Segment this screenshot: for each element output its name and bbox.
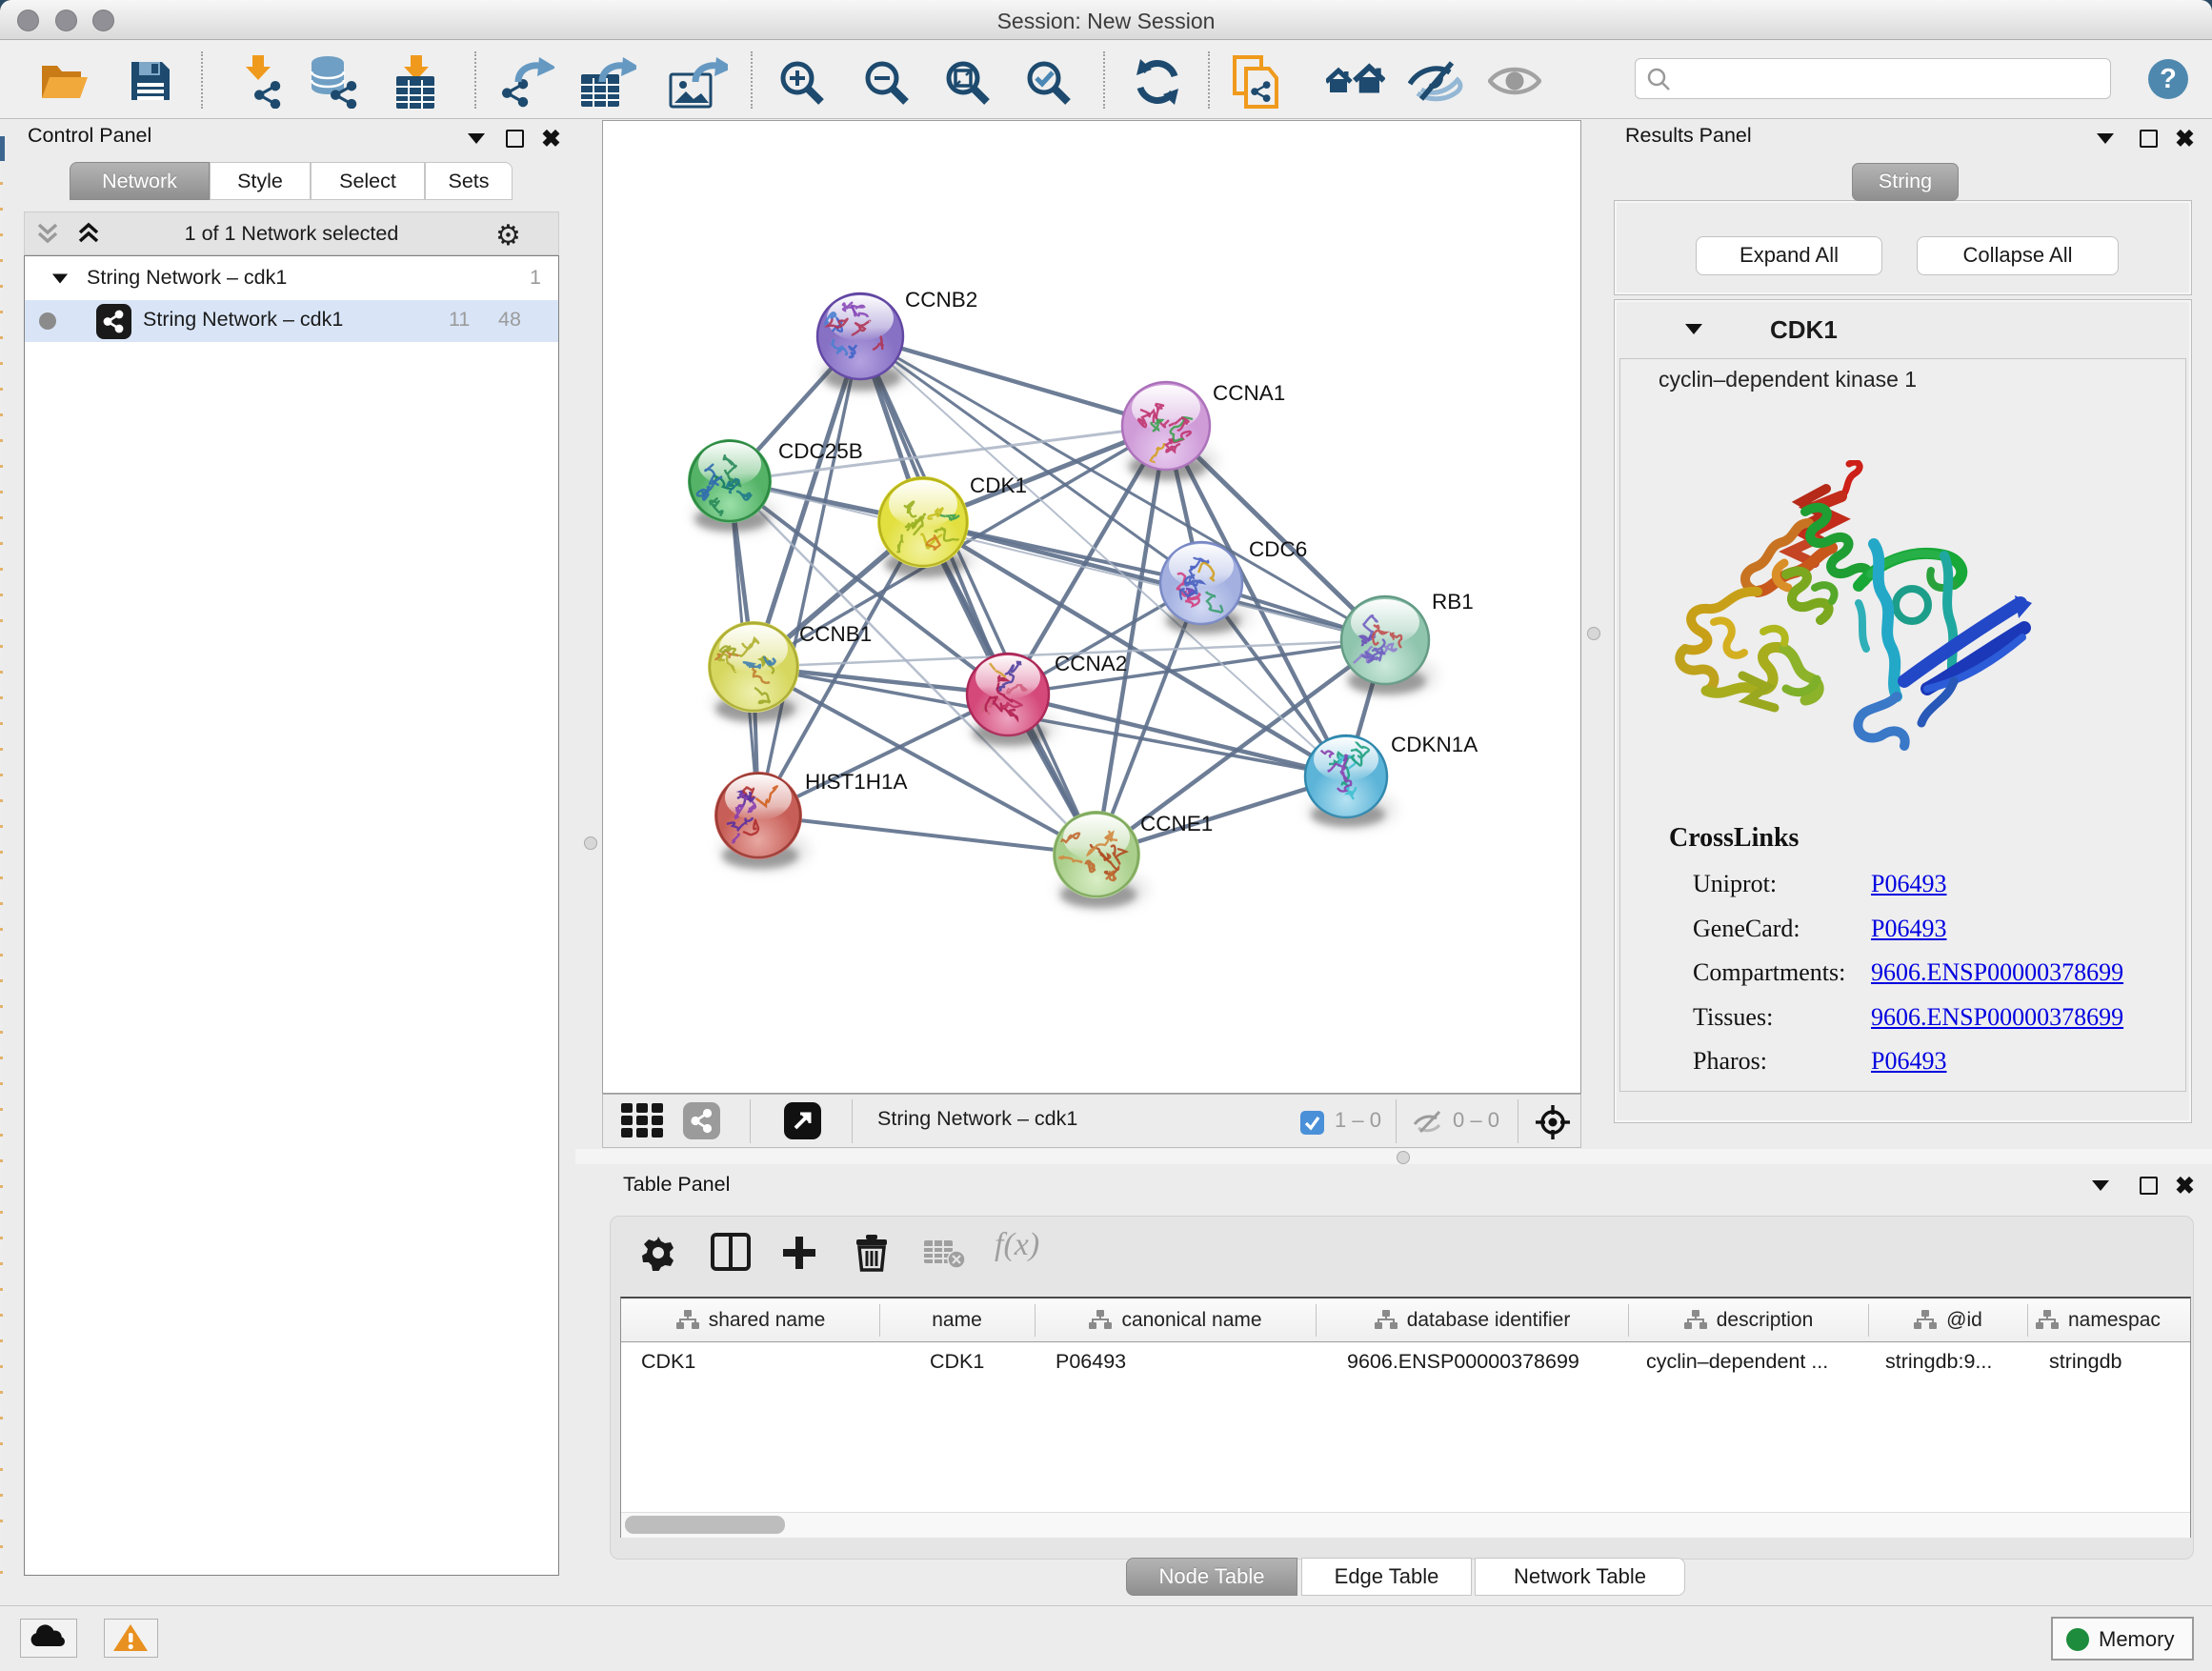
svg-text:CDK1: CDK1 [970, 473, 1027, 497]
svg-text:CCNA1: CCNA1 [1213, 381, 1285, 405]
svg-text:CDC25B: CDC25B [778, 439, 863, 463]
svg-text:CDC6: CDC6 [1249, 537, 1307, 561]
svg-text:CCNA2: CCNA2 [1055, 652, 1127, 675]
svg-text:HIST1H1A: HIST1H1A [805, 770, 908, 794]
svg-text:CCNE1: CCNE1 [1140, 812, 1213, 836]
svg-text:RB1: RB1 [1432, 590, 1474, 614]
svg-text:CCNB2: CCNB2 [905, 288, 977, 312]
svg-text:CCNB1: CCNB1 [799, 622, 872, 646]
svg-text:CDKN1A: CDKN1A [1391, 733, 1478, 756]
